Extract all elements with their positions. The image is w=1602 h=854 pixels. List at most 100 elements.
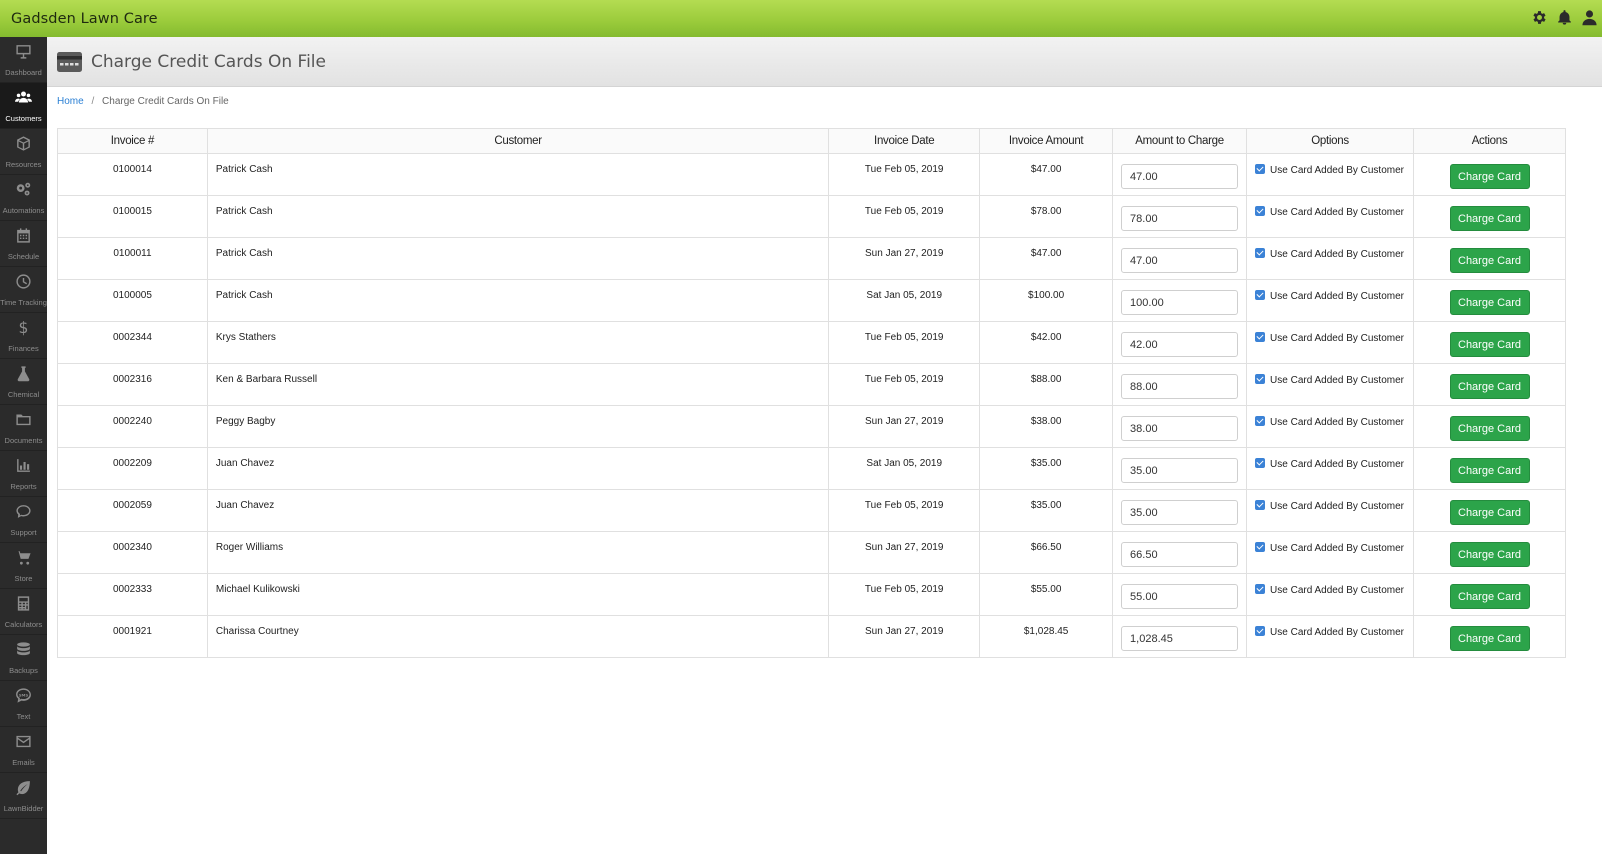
- use-card-label: Use Card Added By Customer: [1270, 291, 1404, 302]
- column-header-invoice: Invoice #: [57, 128, 208, 154]
- database-icon: [15, 641, 32, 666]
- bell-icon[interactable]: [1556, 9, 1573, 31]
- charge-card-button[interactable]: Charge Card: [1449, 164, 1530, 189]
- sidebar-item-chemical[interactable]: Chemical: [0, 359, 47, 405]
- sidebar-item-label: Emails: [12, 757, 35, 767]
- use-card-checkbox[interactable]: [1255, 584, 1266, 594]
- charge-card-button[interactable]: Charge Card: [1449, 248, 1530, 273]
- sidebar-item-label: Store: [14, 573, 33, 583]
- use-card-checkbox[interactable]: [1255, 248, 1266, 258]
- options-cell: Use Card Added By Customer: [1246, 531, 1415, 574]
- amount-to-charge-cell: [1112, 489, 1248, 532]
- options-cell: Use Card Added By Customer: [1246, 615, 1415, 658]
- use-card-checkbox[interactable]: [1255, 542, 1266, 552]
- customer-name-cell: Krys Stathers: [206, 321, 830, 364]
- sidebar-item-schedule[interactable]: Schedule: [0, 221, 47, 267]
- table-row: 0002340 Roger Williams Sun Jan 27, 2019 $66…: [57, 531, 1566, 574]
- amount-to-charge-input[interactable]: [1121, 458, 1239, 483]
- use-card-label: Use Card Added By Customer: [1270, 585, 1404, 596]
- use-card-label: Use Card Added By Customer: [1270, 501, 1404, 512]
- table-row: 0100015 Patrick Cash Tue Feb 05, 2019 $78.0…: [57, 195, 1566, 238]
- sidebar-item-calculators[interactable]: Calculators: [0, 589, 47, 635]
- charge-card-button[interactable]: Charge Card: [1449, 626, 1530, 651]
- sidebar-item-automations[interactable]: Automations: [0, 175, 47, 221]
- charge-card-button[interactable]: Charge Card: [1449, 500, 1530, 525]
- amount-to-charge-input[interactable]: [1121, 626, 1239, 651]
- amount-to-charge-cell: [1112, 153, 1248, 196]
- sidebar-item-backups[interactable]: Backups: [0, 635, 47, 681]
- charge-card-button[interactable]: Charge Card: [1449, 458, 1530, 483]
- use-card-checkbox[interactable]: [1255, 332, 1266, 342]
- gear-icon[interactable]: [1531, 9, 1548, 31]
- invoice-number-cell: 0002316: [57, 363, 208, 406]
- sidebar-item-documents[interactable]: Documents: [0, 405, 47, 451]
- amount-to-charge-input[interactable]: [1121, 290, 1239, 315]
- cube-icon: [15, 135, 32, 160]
- use-card-checkbox[interactable]: [1255, 206, 1266, 216]
- charge-card-button[interactable]: Charge Card: [1449, 584, 1530, 609]
- sidebar-item-emails[interactable]: Emails: [0, 727, 47, 773]
- sidebar-item-store[interactable]: Store: [0, 543, 47, 589]
- invoice-number-cell: 0100005: [57, 279, 208, 322]
- amount-to-charge-input[interactable]: [1121, 416, 1239, 441]
- cart-icon: [15, 549, 32, 574]
- sidebar-item-dashboard[interactable]: Dashboard: [0, 37, 47, 83]
- invoice-number-cell: 0002333: [57, 573, 208, 616]
- invoice-amount-cell: $66.50: [979, 531, 1114, 574]
- sidebar-item-support[interactable]: Support: [0, 497, 47, 543]
- flask-icon: [15, 365, 32, 390]
- amount-to-charge-input[interactable]: [1121, 332, 1239, 357]
- amount-to-charge-input[interactable]: [1121, 164, 1239, 189]
- sidebar-item-label: Backups: [9, 665, 38, 675]
- invoice-amount-cell: $35.00: [979, 447, 1114, 490]
- invoice-date-cell: Tue Feb 05, 2019: [828, 153, 981, 196]
- use-card-checkbox[interactable]: [1255, 626, 1266, 636]
- charge-card-button[interactable]: Charge Card: [1449, 206, 1530, 231]
- options-cell: Use Card Added By Customer: [1246, 237, 1415, 280]
- charge-card-button[interactable]: Charge Card: [1449, 332, 1530, 357]
- use-card-checkbox[interactable]: [1255, 458, 1266, 468]
- invoice-date-cell: Sat Jan 05, 2019: [828, 279, 981, 322]
- amount-to-charge-cell: [1112, 237, 1248, 280]
- use-card-checkbox[interactable]: [1255, 290, 1266, 300]
- column-header-amount-to-charge: Amount to Charge: [1112, 128, 1248, 154]
- sidebar-item-resources[interactable]: Resources: [0, 129, 47, 175]
- invoice-number-cell: 0100015: [57, 195, 208, 238]
- amount-to-charge-input[interactable]: [1121, 542, 1239, 567]
- invoice-number-cell: 0002240: [57, 405, 208, 448]
- charge-card-button[interactable]: Charge Card: [1449, 416, 1530, 441]
- dollar-icon: $: [15, 319, 32, 344]
- amount-to-charge-input[interactable]: [1121, 206, 1239, 231]
- amount-to-charge-input[interactable]: [1121, 248, 1239, 273]
- sidebar-item-reports[interactable]: Reports: [0, 451, 47, 497]
- amount-to-charge-input[interactable]: [1121, 374, 1239, 399]
- use-card-checkbox[interactable]: [1255, 164, 1266, 174]
- invoice-number-cell: 0002340: [57, 531, 208, 574]
- use-card-checkbox[interactable]: [1255, 374, 1266, 384]
- sidebar-item-text[interactable]: SMS Text: [0, 681, 47, 727]
- amount-to-charge-input[interactable]: [1121, 584, 1239, 609]
- customer-name-cell: Juan Chavez: [206, 489, 830, 532]
- breadcrumb-home-link[interactable]: Home: [57, 96, 84, 107]
- invoice-date-cell: Sun Jan 27, 2019: [828, 237, 981, 280]
- sidebar-item-label: Reports: [10, 481, 37, 491]
- amount-to-charge-input[interactable]: [1121, 500, 1239, 525]
- charge-card-button[interactable]: Charge Card: [1449, 290, 1530, 315]
- charge-card-button[interactable]: Charge Card: [1449, 374, 1530, 399]
- actions-cell: Charge Card: [1413, 615, 1566, 658]
- invoice-date-cell: Sun Jan 27, 2019: [828, 531, 981, 574]
- use-card-checkbox[interactable]: [1255, 416, 1266, 426]
- charge-card-button[interactable]: Charge Card: [1449, 542, 1530, 567]
- options-cell: Use Card Added By Customer: [1246, 321, 1415, 364]
- sidebar-item-customers[interactable]: Customers: [0, 83, 47, 129]
- sidebar-item-time-tracking[interactable]: Time Tracking: [0, 267, 47, 313]
- sidebar-item-finances[interactable]: $ Finances: [0, 313, 47, 359]
- invoice-amount-cell: $100.00: [979, 279, 1114, 322]
- user-icon[interactable]: [1581, 9, 1598, 31]
- table-row: 0002316 Ken & Barbara Russell Tue Feb 05, …: [57, 363, 1566, 406]
- breadcrumb-current: Charge Credit Cards On File: [102, 96, 229, 107]
- use-card-checkbox[interactable]: [1255, 500, 1266, 510]
- invoice-amount-cell: $47.00: [979, 153, 1114, 196]
- table-row: 0100014 Patrick Cash Tue Feb 05, 2019 $47.0…: [57, 153, 1566, 196]
- sidebar-item-lawnbidder[interactable]: LawnBidder: [0, 773, 47, 819]
